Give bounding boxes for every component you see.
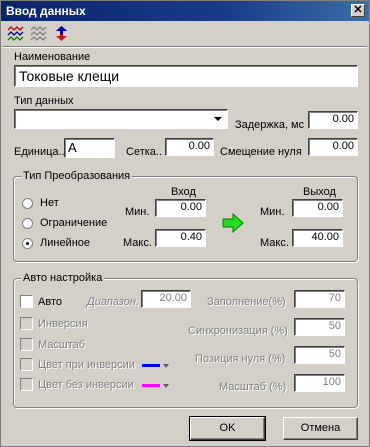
inversion-checkbox[interactable] xyxy=(20,317,33,330)
input-max-label: Макс. xyxy=(123,237,152,249)
arrows-swap-icon[interactable] xyxy=(53,25,70,42)
input-header: Вход xyxy=(171,186,196,198)
grid-input[interactable]: 0.00 xyxy=(165,138,214,156)
radio-none-label: Нет xyxy=(40,197,59,209)
color-inversion-dropdown-icon[interactable] xyxy=(163,364,169,368)
auto-checkbox-label: Авто xyxy=(38,296,62,308)
close-button[interactable]: ✕ xyxy=(351,4,365,17)
color-no-inversion-checkbox[interactable] xyxy=(20,378,33,391)
name-label: Наименование xyxy=(14,51,91,63)
output-header: Выход xyxy=(303,186,336,198)
output-min-label: Мин. xyxy=(260,206,285,218)
auto-group-title: Авто настройка xyxy=(21,272,105,284)
color-no-inversion-swatch[interactable] xyxy=(142,384,160,387)
fill-input[interactable]: 70 xyxy=(294,290,345,308)
output-min-field[interactable]: 0.00 xyxy=(292,199,343,217)
range-label: Диапазон. xyxy=(87,296,140,308)
color-inversion-label: Цвет при инверсии xyxy=(38,359,135,371)
sync-input[interactable]: 50 xyxy=(294,318,345,336)
scale-percent-label: Масштаб (%) xyxy=(219,381,287,393)
name-input[interactable]: Токовые клещи xyxy=(14,65,358,87)
scale-checkbox[interactable] xyxy=(20,338,33,351)
wave-icon[interactable] xyxy=(7,25,24,42)
zero-position-label: Позиция нуля (%) xyxy=(195,353,286,365)
radio-limit[interactable] xyxy=(22,218,33,229)
wave-off-icon[interactable] xyxy=(30,25,47,42)
data-type-select[interactable] xyxy=(14,109,228,129)
range-input[interactable]: 20.00 xyxy=(141,290,191,308)
title-bar[interactable]: Ввод данных ✕ xyxy=(1,1,369,21)
auto-checkbox[interactable] xyxy=(20,295,33,308)
inversion-label: Инверсия xyxy=(38,318,88,330)
delay-label: Задержка, мс xyxy=(235,119,305,131)
radio-linear-label: Линейное xyxy=(40,237,91,249)
radio-none[interactable] xyxy=(22,198,33,209)
transform-group-title: Тип Преобразования xyxy=(21,170,133,182)
grid-label: Сетка.. xyxy=(126,146,163,158)
color-inversion-checkbox[interactable] xyxy=(20,358,33,371)
color-no-inversion-dropdown-icon[interactable] xyxy=(163,384,169,388)
dialog-window: Ввод данных ✕ Наименование Токовые клещи… xyxy=(0,0,370,447)
input-max-field[interactable]: 0.40 xyxy=(155,229,206,247)
fill-label: Заполнение(%) xyxy=(207,296,286,308)
dropdown-button[interactable] xyxy=(210,111,226,127)
sync-label: Синхронизация (%) xyxy=(188,325,288,337)
scale-percent-input[interactable]: 100 xyxy=(294,374,345,392)
zero-position-input[interactable]: 50 xyxy=(294,346,345,364)
window-title: Ввод данных xyxy=(6,4,86,18)
unit-label: Единица.. xyxy=(14,146,65,158)
cancel-button[interactable]: Отмена xyxy=(283,417,358,440)
arrow-right-icon xyxy=(222,213,244,233)
unit-input[interactable]: A xyxy=(64,138,115,158)
scale-label: Масштаб xyxy=(38,339,86,351)
delay-input[interactable]: 0.00 xyxy=(308,111,358,129)
output-max-field[interactable]: 40.00 xyxy=(292,229,343,247)
chevron-down-icon xyxy=(214,117,222,121)
input-min-field[interactable]: 0.00 xyxy=(155,199,206,217)
radio-linear[interactable] xyxy=(22,238,33,249)
ok-button[interactable]: OK xyxy=(189,416,266,441)
zero-offset-input[interactable]: 0.00 xyxy=(308,138,358,156)
color-inversion-swatch[interactable] xyxy=(142,364,160,367)
input-min-label: Мин. xyxy=(125,206,150,218)
data-type-label: Тип данных xyxy=(14,95,74,107)
zero-offset-label: Смещение нуля xyxy=(220,146,302,158)
radio-limit-label: Ограничение xyxy=(40,217,108,229)
color-no-inversion-label: Цвет без инверсии xyxy=(38,379,134,391)
output-max-label: Макс. xyxy=(260,237,289,249)
toolbar-separator xyxy=(3,46,367,48)
